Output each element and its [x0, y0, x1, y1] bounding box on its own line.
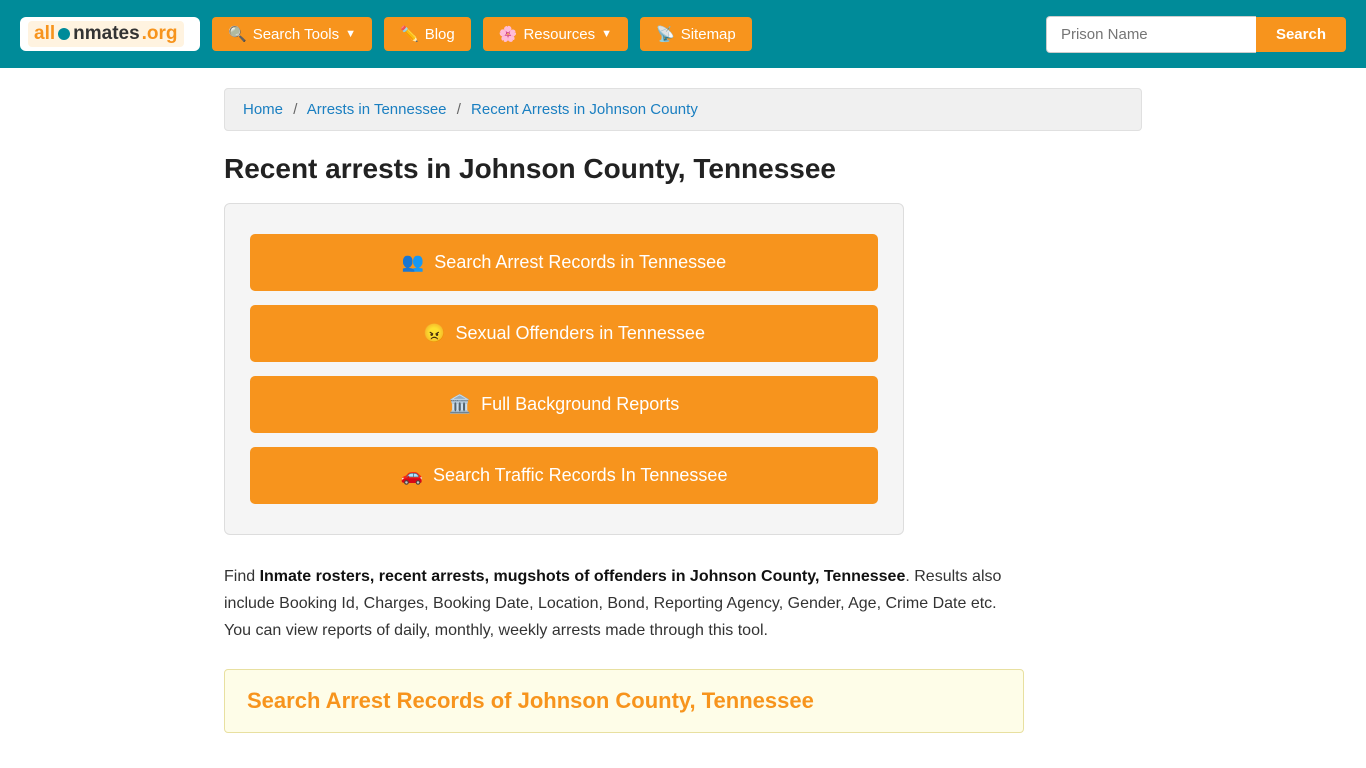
sitemap-icon: 📡 — [656, 25, 675, 43]
resources-dropdown-icon: ▼ — [601, 28, 612, 40]
header-search: Search — [1046, 16, 1346, 53]
blog-icon: ✏️ — [400, 25, 419, 43]
breadcrumb-arrests-tennessee[interactable]: Arrests in Tennessee — [307, 101, 447, 118]
traffic-records-label: Search Traffic Records In Tennessee — [433, 465, 728, 486]
sexual-offenders-label: Sexual Offenders in Tennessee — [455, 323, 705, 344]
traffic-records-icon: 🚗 — [401, 465, 423, 486]
resources-label: Resources — [523, 26, 595, 43]
background-reports-icon: 🏛️ — [449, 394, 471, 415]
background-reports-button[interactable]: 🏛️ Full Background Reports — [250, 376, 878, 433]
site-header: all nmates .org 🔍 Search Tools ▼ ✏️ Blog… — [0, 0, 1366, 68]
logo-dot — [58, 28, 70, 40]
actions-card: 👥 Search Arrest Records in Tennessee 😠 S… — [224, 203, 904, 535]
blog-label: Blog — [425, 26, 455, 43]
prison-search-input[interactable] — [1046, 16, 1256, 53]
search-button-label: Search — [1276, 26, 1326, 43]
blog-button[interactable]: ✏️ Blog — [384, 17, 471, 51]
page-title: Recent arrests in Johnson County, Tennes… — [224, 153, 1142, 185]
background-reports-label: Full Background Reports — [481, 394, 679, 415]
description-bold: Inmate rosters, recent arrests, mugshots… — [260, 568, 906, 585]
search-tools-dropdown-icon: ▼ — [345, 28, 356, 40]
breadcrumb-current: Recent Arrests in Johnson County — [471, 101, 698, 118]
traffic-records-button[interactable]: 🚗 Search Traffic Records In Tennessee — [250, 447, 878, 504]
sexual-offenders-button[interactable]: 😠 Sexual Offenders in Tennessee — [250, 305, 878, 362]
logo-inmates: nmates — [73, 23, 140, 45]
logo-all: all — [34, 23, 55, 45]
breadcrumb-sep-2: / — [457, 101, 461, 118]
resources-icon: 🌸 — [499, 25, 518, 43]
arrest-records-label: Search Arrest Records in Tennessee — [434, 252, 726, 273]
sitemap-button[interactable]: 📡 Sitemap — [640, 17, 752, 51]
breadcrumb-home[interactable]: Home — [243, 101, 283, 118]
section-search-title: Search Arrest Records of Johnson County,… — [247, 688, 1001, 714]
resources-button[interactable]: 🌸 Resources ▼ — [483, 17, 628, 51]
description-intro: Find — [224, 568, 260, 585]
logo-org: .org — [142, 23, 178, 45]
arrest-records-button[interactable]: 👥 Search Arrest Records in Tennessee — [250, 234, 878, 291]
description-text: Find Inmate rosters, recent arrests, mug… — [224, 563, 1024, 645]
site-logo[interactable]: all nmates .org — [20, 17, 200, 51]
arrest-records-icon: 👥 — [402, 252, 424, 273]
main-content: Home / Arrests in Tennessee / Recent Arr… — [208, 68, 1158, 753]
sexual-offenders-icon: 😠 — [423, 323, 445, 344]
section-search-box: Search Arrest Records of Johnson County,… — [224, 669, 1024, 733]
breadcrumb: Home / Arrests in Tennessee / Recent Arr… — [224, 88, 1142, 131]
sitemap-label: Sitemap — [681, 26, 736, 43]
breadcrumb-sep-1: / — [293, 101, 297, 118]
search-tools-icon: 🔍 — [228, 25, 247, 43]
prison-search-button[interactable]: Search — [1256, 17, 1346, 52]
search-tools-button[interactable]: 🔍 Search Tools ▼ — [212, 17, 372, 51]
search-tools-label: Search Tools — [253, 26, 339, 43]
